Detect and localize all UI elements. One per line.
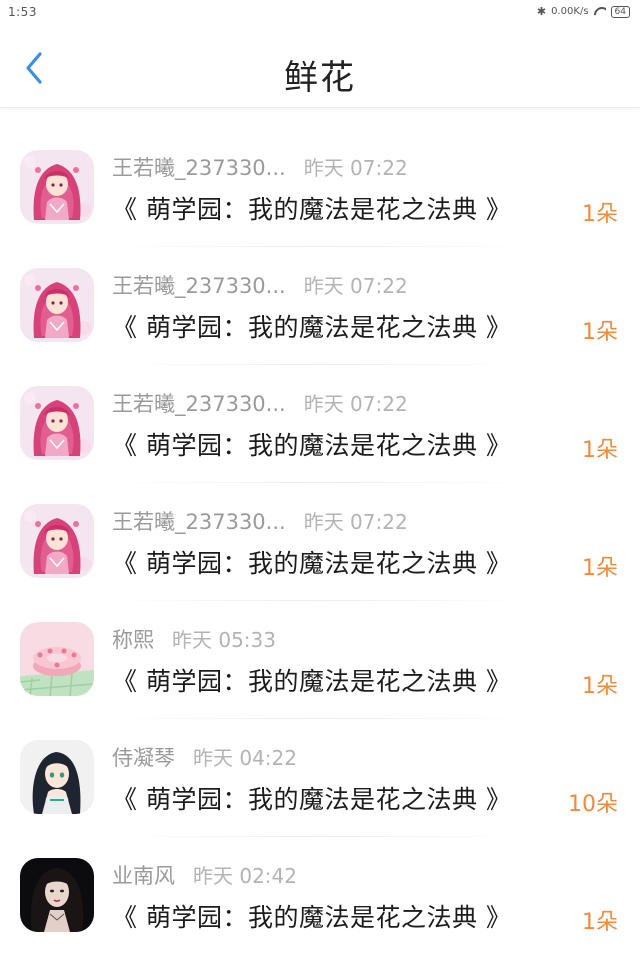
timestamp: 昨天 07:22	[303, 156, 408, 180]
avatar[interactable]	[20, 150, 94, 224]
meta-line: 业南风 昨天 02:42	[112, 860, 297, 890]
list-item[interactable]: 王若曦_237330... 昨天 07:22 《 萌学园：我的魔法是花之法典 》…	[0, 482, 640, 600]
gift-count: 1朵	[582, 556, 618, 581]
page-title: 鲜花	[284, 58, 356, 98]
battery-icon: 64	[610, 5, 630, 18]
timestamp: 昨天 05:33	[172, 628, 276, 652]
gift-count: 1朵	[582, 910, 618, 935]
meta-line: 称熙 昨天 05:33	[112, 624, 276, 654]
status-indicators: ✱ 0.00K/s 64	[537, 5, 630, 18]
status-time: 1:53	[8, 5, 37, 19]
cake-avatar-icon	[20, 622, 94, 696]
flower-gift-list: 王若曦_237330... 昨天 07:22 《 萌学园：我的魔法是花之法典 》…	[0, 128, 640, 954]
book-title[interactable]: 《 萌学园：我的魔法是花之法典 》	[112, 662, 511, 698]
list-item[interactable]: 王若曦_237330... 昨天 07:22 《 萌学园：我的魔法是花之法典 》…	[0, 128, 640, 246]
user-name[interactable]: 王若曦_237330...	[112, 506, 286, 536]
network-speed: 0.00K/s	[551, 6, 589, 17]
book-title[interactable]: 《 萌学园：我的魔法是花之法典 》	[112, 190, 511, 226]
avatar[interactable]	[20, 504, 94, 578]
anime-girl-pink-avatar-icon	[20, 386, 94, 460]
anime-girl-pink-avatar-icon	[20, 150, 94, 224]
user-name[interactable]: 王若曦_237330...	[112, 270, 286, 300]
user-name[interactable]: 王若曦_237330...	[112, 152, 286, 182]
status-bar: 1:53 ✱ 0.00K/s 64	[0, 0, 640, 26]
meta-line: 王若曦_237330... 昨天 07:22	[112, 388, 408, 418]
gift-count: 1朵	[582, 674, 618, 699]
meta-line: 王若曦_237330... 昨天 07:22	[112, 152, 408, 182]
avatar[interactable]	[20, 268, 94, 342]
book-title[interactable]: 《 萌学园：我的魔法是花之法典 》	[112, 544, 511, 580]
gift-count: 1朵	[582, 438, 618, 463]
user-name[interactable]: 侍凝琴	[112, 742, 175, 772]
timestamp: 昨天 07:22	[303, 510, 408, 534]
meta-line: 王若曦_237330... 昨天 07:22	[112, 506, 408, 536]
book-title[interactable]: 《 萌学园：我的魔法是花之法典 》	[112, 780, 511, 816]
book-title[interactable]: 《 萌学园：我的魔法是花之法典 》	[112, 426, 511, 462]
gift-count: 1朵	[582, 202, 618, 227]
gift-count: 10朵	[568, 792, 618, 817]
user-name[interactable]: 称熙	[112, 624, 154, 654]
timestamp: 昨天 07:22	[303, 274, 408, 298]
meta-line: 王若曦_237330... 昨天 07:22	[112, 270, 408, 300]
list-item[interactable]: 王若曦_237330... 昨天 07:22 《 萌学园：我的魔法是花之法典 》…	[0, 364, 640, 482]
list-item[interactable]: 业南风 昨天 02:42 《 萌学园：我的魔法是花之法典 》 1朵	[0, 836, 640, 954]
list-item[interactable]: 侍凝琴 昨天 04:22 《 萌学园：我的魔法是花之法典 》 10朵	[0, 718, 640, 836]
anime-girl-pink-avatar-icon	[20, 504, 94, 578]
anime-girl-pink-avatar-icon	[20, 268, 94, 342]
avatar[interactable]	[20, 740, 94, 814]
timestamp: 昨天 07:22	[303, 392, 408, 416]
avatar[interactable]	[20, 386, 94, 460]
list-item[interactable]: 称熙 昨天 05:33 《 萌学园：我的魔法是花之法典 》 1朵	[0, 600, 640, 718]
timestamp: 昨天 04:22	[193, 746, 297, 770]
user-name[interactable]: 业南风	[112, 860, 175, 890]
anime-girl-dark-hair-avatar-icon	[20, 740, 94, 814]
timestamp: 昨天 02:42	[193, 864, 297, 888]
header: 鲜花	[0, 26, 640, 108]
bluetooth-icon: ✱	[536, 5, 547, 18]
avatar[interactable]	[20, 622, 94, 696]
avatar[interactable]	[20, 858, 94, 932]
user-name[interactable]: 王若曦_237330...	[112, 388, 286, 418]
book-title[interactable]: 《 萌学园：我的魔法是花之法典 》	[112, 898, 511, 934]
girl-portrait-avatar-icon	[20, 858, 94, 932]
list-item[interactable]: 王若曦_237330... 昨天 07:22 《 萌学园：我的魔法是花之法典 》…	[0, 246, 640, 364]
book-title[interactable]: 《 萌学园：我的魔法是花之法典 》	[112, 308, 511, 344]
wifi-icon	[594, 7, 606, 16]
meta-line: 侍凝琴 昨天 04:22	[112, 742, 297, 772]
gift-count: 1朵	[582, 320, 618, 345]
